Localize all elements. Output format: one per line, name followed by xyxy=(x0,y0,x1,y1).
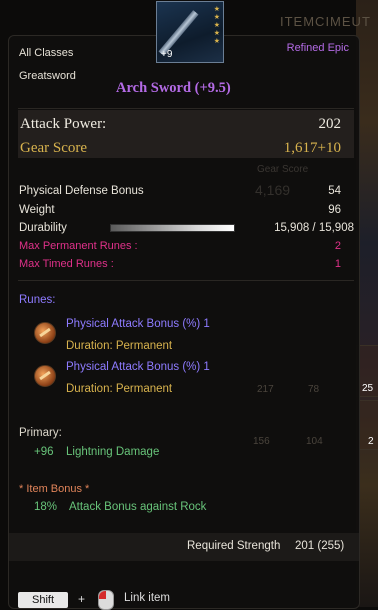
attack-power-value: 202 xyxy=(318,116,342,132)
greatsword-icon: ★ ★ ★ ★ ★ +9 xyxy=(156,1,224,63)
max-permanent-runes-value: 2 xyxy=(334,240,341,252)
item-bonus-label: Attack Bonus against Rock xyxy=(69,501,207,513)
background-slot-count: 156 xyxy=(253,436,270,447)
rune-icon[interactable] xyxy=(34,365,56,387)
rune-duration: Duration: Permanent xyxy=(66,340,173,352)
divider xyxy=(18,280,354,281)
rune-name: Physical Attack Bonus (%) 1 xyxy=(66,361,210,373)
max-timed-runes-label: Max Timed Runes : xyxy=(19,258,114,270)
hint-plus: + xyxy=(78,592,86,606)
gear-score-label: Gear Score xyxy=(20,140,88,156)
item-bonus-value: 18% xyxy=(34,501,58,513)
star-rating-icon: ★ ★ ★ ★ ★ xyxy=(213,6,220,45)
background-gear-score-ghost-value: 4,169 xyxy=(255,182,291,198)
required-strength-label: Required Strength xyxy=(187,540,281,552)
background-slot-count: 78 xyxy=(308,384,320,395)
background-banner: ITEMCIMEUT xyxy=(280,14,371,29)
background-slot-count: 104 xyxy=(306,436,323,447)
background-gear-score-ghost: Gear Score xyxy=(257,164,309,175)
background-slot-count: 25 xyxy=(362,383,374,394)
item-class: All Classes xyxy=(19,47,74,59)
attribute-label: Weight xyxy=(19,204,55,216)
primary-header: Primary: xyxy=(19,427,62,439)
item-bonus-header: * Item Bonus * xyxy=(19,483,90,495)
background-slot-count: 217 xyxy=(257,384,274,395)
max-permanent-runes-label: Max Permanent Runes : xyxy=(19,240,138,252)
mouse-click-icon xyxy=(98,590,114,610)
rune-duration: Duration: Permanent xyxy=(66,383,173,395)
enhancement-badge: +9 xyxy=(161,49,173,60)
item-rarity: Refined Epic xyxy=(286,42,349,54)
attack-power-label: Attack Power: xyxy=(20,116,107,132)
primary-value: +96 xyxy=(34,446,54,458)
item-name: Arch Sword (+9.5) xyxy=(116,80,231,96)
shift-key-icon: Shift xyxy=(18,592,68,608)
rune-icon[interactable] xyxy=(34,322,56,344)
background-slot-count: 2 xyxy=(368,436,374,447)
attribute-value: 54 xyxy=(328,185,341,197)
runes-header: Runes: xyxy=(19,294,56,306)
gear-score-value: 1,617+10 xyxy=(283,140,341,156)
primary-label: Lightning Damage xyxy=(66,446,160,458)
attribute-label: Physical Defense Bonus xyxy=(19,185,144,197)
link-item-hint: Link item xyxy=(124,592,171,604)
required-strength-value: 201 (255) xyxy=(295,540,345,552)
durability-bar xyxy=(110,224,235,232)
item-tooltip: ★ ★ ★ ★ ★ +9 All Classes Greatsword Refined … xyxy=(8,1,360,609)
max-timed-runes-value: 1 xyxy=(334,258,341,270)
durability-value: 15,908 / 15,908 xyxy=(274,222,354,234)
durability-bar-fill xyxy=(111,225,234,231)
durability-label: Durability xyxy=(19,222,67,234)
item-type: Greatsword xyxy=(19,70,76,82)
divider xyxy=(18,108,354,109)
attribute-value: 96 xyxy=(328,204,341,216)
rune-name: Physical Attack Bonus (%) 1 xyxy=(66,318,210,330)
